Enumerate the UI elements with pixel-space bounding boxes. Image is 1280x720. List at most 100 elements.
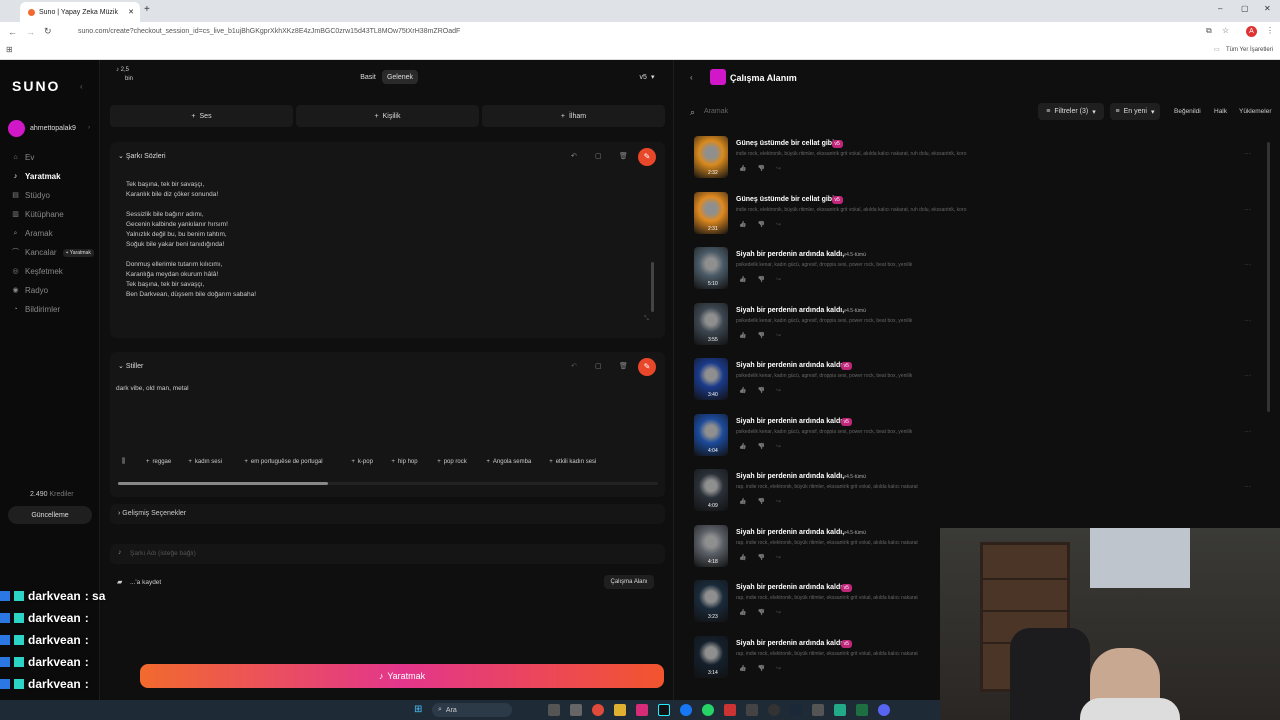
song-row[interactable]: 5:10 Siyah bir perdenin ardında kaldı, v4.… [694, 247, 1254, 297]
workspace-search-input[interactable]: Aramak [704, 108, 1024, 115]
obs-icon[interactable] [768, 704, 780, 716]
song-title-input[interactable]: Şarkı Adı (isteğe bağlı) [130, 550, 196, 557]
resize-icon[interactable]: ⤡ [644, 316, 649, 323]
more-options-icon[interactable]: ⋯ [1244, 372, 1251, 380]
back-arrow-icon[interactable]: ‹ [690, 73, 693, 82]
song-row[interactable]: 4:09 Siyah bir perdenin ardında kaldı, v4.… [694, 469, 1254, 519]
add-audio-button[interactable]: + Ses [110, 105, 293, 127]
song-cover-image[interactable]: 4:09 [694, 469, 728, 511]
undo-icon[interactable]: ↶ [571, 152, 577, 160]
style-chip[interactable]: + k-pop [351, 455, 373, 469]
song-row[interactable]: 2:31 Güneş üstümde bir cellat gibi, v5 indi… [694, 191, 1254, 242]
thumbs-up-icon[interactable]: 👍 [739, 443, 746, 450]
minimize-icon[interactable]: – [1218, 4, 1222, 13]
sidebar-item-2[interactable]: ♪ Yaratmak [12, 172, 61, 181]
new-tab-icon[interactable]: + [144, 4, 150, 15]
song-row[interactable]: 4:04 Siyah bir perdenin ardında kaldı, v5 p… [694, 413, 1254, 464]
tab-liked[interactable]: Beğenildi [1174, 108, 1201, 115]
close-tab-icon[interactable]: ✕ [128, 8, 134, 16]
username[interactable]: ahmettopalak9 [30, 125, 76, 132]
back-icon[interactable]: ← [8, 27, 17, 37]
song-title[interactable]: Siyah bir perdenin ardında kaldı, [736, 473, 844, 480]
more-options-icon[interactable]: ⋯ [1244, 428, 1251, 436]
song-title[interactable]: Siyah bir perdenin ardında kaldı, [736, 529, 844, 536]
app-icon[interactable] [724, 704, 736, 716]
song-cover-image[interactable]: 2:32 [694, 136, 728, 178]
tab-uploads[interactable]: Yüklemeler [1239, 108, 1272, 115]
thumbs-down-icon[interactable]: 👎 [757, 665, 764, 672]
save-to-label[interactable]: ...'a kaydet [130, 579, 161, 586]
discord-icon[interactable] [878, 704, 890, 716]
thumbs-down-icon[interactable]: 👎 [757, 221, 764, 228]
forward-icon[interactable]: → [26, 27, 35, 37]
thumbs-down-icon[interactable]: 👎 [757, 443, 764, 450]
sidebar-item-1[interactable]: ⌂ Ev [12, 153, 34, 162]
song-cover-image[interactable]: 2:31 [694, 191, 728, 234]
share-icon[interactable]: ↪ [776, 498, 781, 505]
tiktok-icon[interactable] [658, 704, 670, 716]
ai-generate-button[interactable]: ✎ [638, 148, 656, 166]
thumbs-down-icon[interactable]: 👎 [757, 276, 764, 283]
bookmark-star-icon[interactable]: ☆ [1222, 26, 1229, 35]
style-chip[interactable]: + em portuguêse de portugal [244, 455, 322, 469]
mode-basic-tab[interactable]: Basit [356, 70, 380, 84]
thumbs-up-icon[interactable]: 👍 [739, 498, 746, 505]
sidebar-item-9[interactable]: ◔ Bildirimler [12, 305, 60, 314]
share-icon[interactable]: ↪ [776, 665, 781, 672]
song-cover-image[interactable]: 5:10 [694, 247, 728, 289]
trash-icon[interactable]: 🗑 [619, 362, 628, 370]
thumbs-up-icon[interactable]: 👍 [739, 165, 746, 172]
more-options-icon[interactable]: ⋯ [1244, 483, 1251, 491]
thumbs-up-icon[interactable]: 👍 [739, 221, 746, 228]
collapse-sidebar-icon[interactable]: ‹ [80, 82, 83, 91]
maximize-icon[interactable]: ▢ [1241, 4, 1249, 13]
song-title-field[interactable]: ♪ Şarkı Adı (isteğe bağlı) [110, 544, 665, 564]
style-tune-icon[interactable]: ⫼ [122, 458, 125, 466]
song-title[interactable]: Siyah bir perdenin ardında kaldı, [736, 307, 844, 314]
copy-icon[interactable]: ▢ [595, 362, 602, 370]
styles-header[interactable]: ⌄ Stiller [118, 362, 143, 370]
thumbs-up-icon[interactable]: 👍 [739, 609, 746, 616]
song-title[interactable]: Siyah bir perdenin ardında kaldı, [736, 584, 844, 591]
workspace-button[interactable]: Çalışma Alanı [604, 575, 654, 589]
user-menu-icon[interactable]: › [88, 125, 90, 131]
style-chip[interactable]: + hip hop [391, 455, 417, 469]
sidebar-item-badge[interactable]: + Yaratmak [62, 248, 94, 257]
instagram-icon[interactable] [636, 704, 648, 716]
app-icon[interactable] [812, 704, 824, 716]
thumbs-down-icon[interactable]: 👎 [757, 387, 764, 394]
close-window-icon[interactable]: ✕ [1264, 4, 1271, 13]
whatsapp-icon[interactable] [702, 704, 714, 716]
undo-icon[interactable]: ↶ [571, 362, 577, 370]
song-title[interactable]: Siyah bir perdenin ardında kaldı, [736, 251, 844, 258]
song-row[interactable]: 3:55 Siyah bir perdenin ardında kaldı, v4.… [694, 302, 1254, 353]
translate-icon[interactable]: ⧉ [1206, 26, 1212, 36]
browser-tab[interactable]: Suno | Yapay Zeka Müzik ✕ [20, 2, 140, 22]
upgrade-button[interactable]: Güncelleme [8, 506, 92, 524]
thumbs-up-icon[interactable]: 👍 [739, 665, 746, 672]
all-bookmarks-link[interactable]: Tüm Yer İşaretleri [1226, 47, 1273, 53]
share-icon[interactable]: ↪ [776, 387, 781, 394]
chrome-icon[interactable] [592, 704, 604, 716]
sidebar-item-3[interactable]: ▤ Stüdyo [12, 191, 50, 200]
sidebar-item-7[interactable]: ◎ Keşfetmek [12, 267, 62, 276]
sidebar-item-4[interactable]: ▥ Kütüphane [12, 210, 64, 219]
add-inspiration-button[interactable]: + İlham [482, 105, 665, 127]
app-icon[interactable] [746, 704, 758, 716]
settings-icon[interactable] [570, 704, 582, 716]
lyrics-textarea[interactable]: Tek başına, tek bir savaşçı, Karanlık bil… [110, 172, 650, 322]
steam-icon[interactable] [790, 704, 802, 716]
song-cover-image[interactable]: 3:23 [694, 580, 728, 622]
sidebar-item-8[interactable]: ◉ Radyo [12, 286, 48, 295]
trash-icon[interactable]: 🗑 [619, 152, 628, 160]
song-title[interactable]: Güneş üstümde bir cellat gibi, [736, 196, 836, 203]
file-explorer-icon[interactable] [614, 704, 626, 716]
style-chip[interactable]: + kadın sesi [188, 455, 222, 469]
facebook-icon[interactable] [680, 704, 692, 716]
excel-icon[interactable] [856, 704, 868, 716]
song-cover-image[interactable]: 4:18 [694, 524, 728, 567]
apps-grid-icon[interactable]: ⊞ [6, 45, 13, 54]
tab-public[interactable]: Halk [1214, 108, 1227, 115]
ai-style-button[interactable]: ✎ [638, 358, 656, 376]
suno-logo[interactable]: SUNO [12, 78, 60, 94]
